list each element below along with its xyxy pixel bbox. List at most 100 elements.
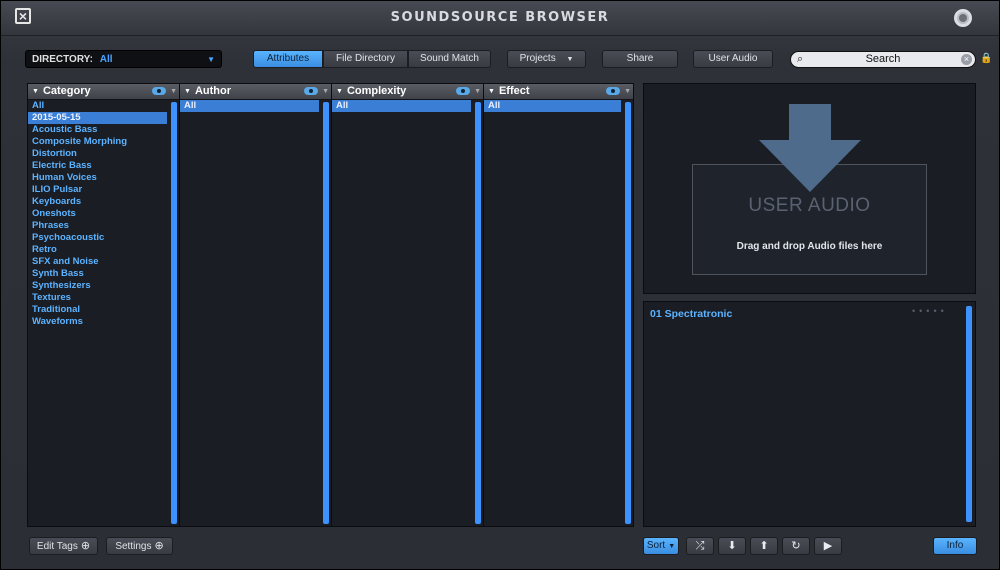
list-item[interactable]: Synth Bass: [28, 268, 179, 280]
list-item[interactable]: All: [180, 100, 319, 112]
projects-dropdown[interactable]: Projects ▼: [507, 50, 586, 68]
list-item[interactable]: 2015-05-15: [28, 112, 167, 124]
lock-icon[interactable]: 🔒: [980, 53, 992, 64]
user-audio-button[interactable]: User Audio: [693, 50, 773, 68]
sort-label: Sort: [646, 540, 666, 551]
category-column: ▼ Category ▼ All 2015-05-15 Acoustic Bass Co…: [28, 84, 180, 526]
complexity-column: ▼ Complexity ▼ All: [332, 84, 484, 526]
chevron-down-icon: ▼: [566, 56, 574, 63]
clear-icon[interactable]: ×: [961, 54, 972, 65]
list-item[interactable]: Human Voices: [28, 172, 179, 184]
user-audio-panel: USER AUDIO Drag and drop Audio files her…: [643, 83, 976, 294]
zoom-in-icon: ⊕: [80, 540, 91, 552]
list-item[interactable]: Electric Bass: [28, 160, 179, 172]
link-icon[interactable]: [606, 87, 620, 95]
list-item[interactable]: All: [484, 100, 621, 112]
list-item[interactable]: All: [332, 100, 471, 112]
search-field[interactable]: ⌕ Search ×: [790, 51, 976, 68]
play-button[interactable]: ▶: [814, 537, 842, 555]
results-panel: 01 Spectratronic •••••: [643, 301, 976, 527]
shuffle-button[interactable]: ⤮: [686, 537, 714, 555]
title-bar: × SOUNDSOURCE BROWSER: [1, 1, 999, 36]
list-item[interactable]: ILIO Pulsar: [28, 184, 179, 196]
author-column: ▼ Author ▼ All: [180, 84, 332, 526]
sort-dropdown[interactable]: Sort ▼: [643, 537, 679, 555]
triangle-down-icon: ▼: [184, 88, 191, 95]
rating-dots[interactable]: •••••: [912, 306, 948, 316]
author-list: All: [180, 100, 331, 526]
refresh-icon: ↻: [791, 540, 801, 552]
info-button[interactable]: Info: [933, 537, 977, 555]
edit-tags-label: Edit Tags: [36, 541, 78, 552]
category-scrollbar[interactable]: [171, 102, 177, 524]
list-item[interactable]: Synthesizers: [28, 280, 179, 292]
zoom-in-icon: ⊕: [154, 540, 164, 552]
tab-attributes[interactable]: Attributes: [253, 50, 323, 68]
list-item[interactable]: Keyboards: [28, 196, 179, 208]
complexity-header[interactable]: ▼ Complexity ▼: [332, 84, 483, 100]
projects-label: Projects: [519, 53, 556, 64]
effect-header[interactable]: ▼ Effect ▼: [484, 84, 633, 100]
play-icon: ▶: [823, 540, 833, 552]
directory-dropdown[interactable]: DIRECTORY: All ▼: [25, 50, 222, 68]
arrow-up-icon: ⬆: [759, 540, 769, 552]
complexity-list: All: [332, 100, 483, 526]
author-header[interactable]: ▼ Author ▼: [180, 84, 331, 100]
refresh-button[interactable]: ↻: [782, 537, 810, 555]
list-item[interactable]: Textures: [28, 292, 179, 304]
list-item[interactable]: Psychoacoustic: [28, 232, 179, 244]
effect-column: ▼ Effect ▼ All: [484, 84, 633, 526]
category-header-label: Category: [42, 85, 91, 97]
link-icon[interactable]: [304, 87, 318, 95]
effect-list: All: [484, 100, 633, 526]
author-header-label: Author: [194, 85, 231, 97]
author-scrollbar[interactable]: [323, 102, 329, 524]
user-audio-title: USER AUDIO: [748, 195, 871, 216]
soundsource-browser-window: × SOUNDSOURCE BROWSER DIRECTORY: All ▼ A…: [0, 0, 1000, 570]
tab-sound-match[interactable]: Sound Match: [408, 50, 491, 68]
edit-tags-button[interactable]: Edit Tags ⊕: [29, 537, 98, 555]
chevron-down-icon: ▼: [668, 543, 676, 550]
result-item[interactable]: 01 Spectratronic: [650, 308, 732, 320]
link-icon[interactable]: [152, 87, 166, 95]
move-down-button[interactable]: ⬇: [718, 537, 746, 555]
arrow-down-icon: ⬇: [727, 540, 737, 552]
list-item[interactable]: Phrases: [28, 220, 179, 232]
triangle-down-icon: ▼: [336, 88, 343, 95]
effect-header-label: Effect: [498, 85, 530, 97]
chevron-down-icon[interactable]: ▼: [322, 84, 329, 99]
list-item[interactable]: Acoustic Bass: [28, 124, 179, 136]
list-item[interactable]: Traditional: [28, 304, 179, 316]
list-item[interactable]: Composite Morphing: [28, 136, 179, 148]
list-item[interactable]: All: [28, 100, 179, 112]
list-item[interactable]: Oneshots: [28, 208, 179, 220]
directory-value: All: [99, 54, 113, 65]
link-icon[interactable]: [456, 87, 470, 95]
chevron-down-icon[interactable]: ▼: [170, 84, 177, 99]
download-arrow-icon: [759, 104, 861, 192]
window-title: SOUNDSOURCE BROWSER: [390, 10, 610, 25]
chevron-down-icon[interactable]: ▼: [474, 84, 481, 99]
attribute-columns: ▼ Category ▼ All 2015-05-15 Acoustic Bass Co…: [27, 83, 634, 527]
chevron-down-icon[interactable]: ▼: [624, 84, 631, 99]
triangle-down-icon: ▼: [488, 88, 495, 95]
list-item[interactable]: SFX and Noise: [28, 256, 179, 268]
complexity-scrollbar[interactable]: [475, 102, 481, 524]
settings-label: Settings: [115, 541, 152, 552]
drop-hint: Drag and drop Audio files here: [736, 241, 883, 252]
results-scrollbar[interactable]: [966, 306, 972, 522]
list-item[interactable]: Distortion: [28, 148, 179, 160]
list-item[interactable]: Retro: [28, 244, 179, 256]
chevron-down-icon: ▼: [207, 55, 215, 64]
tab-file-directory[interactable]: File Directory: [323, 50, 408, 68]
share-button[interactable]: Share: [602, 50, 678, 68]
move-up-button[interactable]: ⬆: [750, 537, 778, 555]
shuffle-icon: ⤮: [695, 540, 705, 552]
search-input[interactable]: Search: [791, 52, 975, 67]
settings-button[interactable]: Settings ⊕: [106, 537, 173, 555]
effect-scrollbar[interactable]: [625, 102, 631, 524]
category-header[interactable]: ▼ Category ▼: [28, 84, 179, 100]
record-icon[interactable]: [954, 9, 972, 27]
category-list: All 2015-05-15 Acoustic Bass Composite Morp…: [28, 100, 179, 526]
list-item[interactable]: Waveforms: [28, 316, 179, 328]
